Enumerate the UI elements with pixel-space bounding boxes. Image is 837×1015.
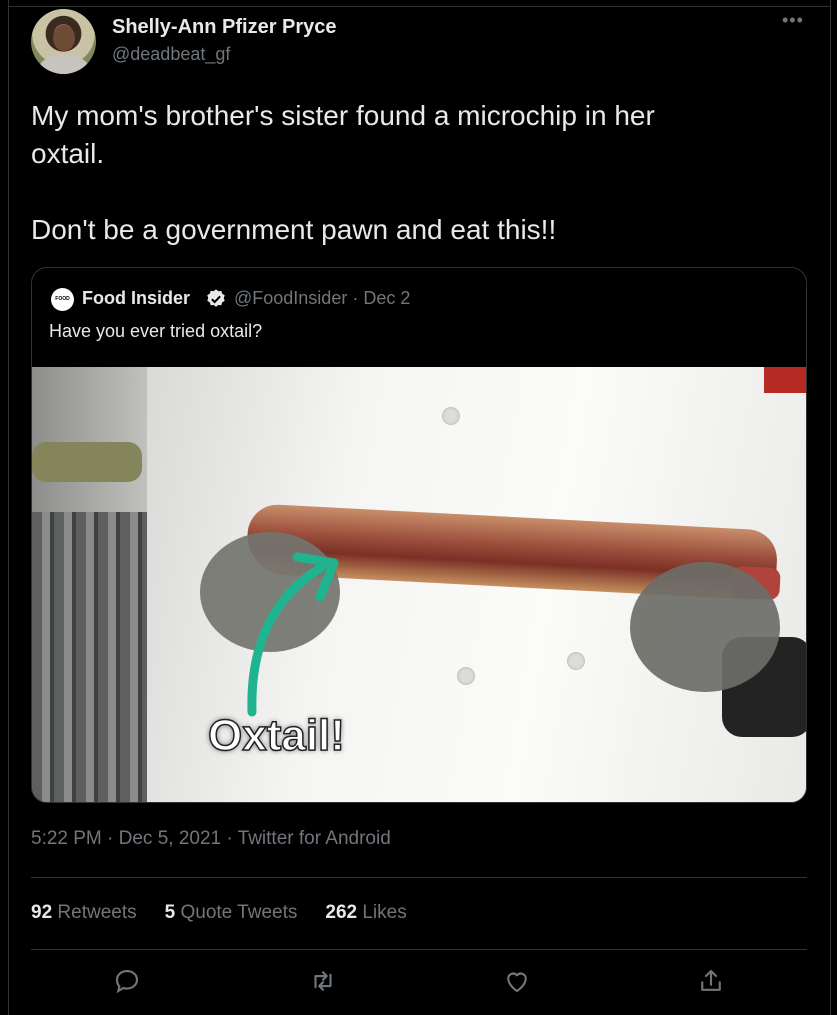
retweets-stat[interactable]: 92 Retweets [31,902,137,924]
retweet-button[interactable] [308,966,338,996]
media-caption: Oxtail! [207,710,345,761]
frame-border-top [8,6,831,7]
tweet-timestamp[interactable]: 5:22 PM · Dec 5, 2021 · Twitter for Andr… [31,828,391,850]
divider [31,949,807,950]
quoted-media-image[interactable]: Oxtail! [32,367,806,802]
quoted-text: Have you ever tried oxtail? [49,321,263,341]
glove-rack [32,442,142,482]
retweets-count: 92 [31,902,53,923]
author-name[interactable]: Shelly-Ann Pfizer Pryce [112,16,337,39]
likes-count: 262 [325,902,358,923]
like-button[interactable] [502,966,532,996]
share-icon [701,969,721,991]
avatar-shirt [39,55,89,74]
right-glove [630,562,780,692]
quotes-label: Quote Tweets [180,902,298,923]
likes-stat[interactable]: 262 Likes [325,902,406,924]
retweets-label: Retweets [57,902,137,923]
red-detail [764,367,806,393]
tweet-text: My mom's brother's sister found a microc… [31,100,655,245]
like-icon [507,972,527,993]
reply-button[interactable] [112,966,142,996]
likes-label: Likes [362,902,407,923]
green-arrow-icon [247,552,339,717]
food-insider-logo: FOOD INSIDER [51,288,74,325]
quoted-handle-date: @FoodInsider · Dec 2 [234,288,411,308]
retweet-icon [314,971,332,991]
frame-border-right [830,0,831,1015]
quoted-tweet[interactable]: FOOD INSIDER Food Insider @FoodInsider ·… [31,267,807,803]
author-handle[interactable]: @deadbeat_gf [112,44,230,65]
share-button[interactable] [696,966,726,996]
more-options-icon[interactable]: ••• [782,10,804,31]
quote-tweets-stat[interactable]: 5 Quote Tweets [165,902,298,924]
coat-button [457,667,475,685]
author-avatar[interactable] [31,9,96,74]
quoted-author-name[interactable]: Food Insider [82,288,190,309]
coat-button [567,652,585,670]
reply-icon [115,969,139,994]
quotes-count: 5 [164,902,176,923]
kitchen-machine [32,512,162,802]
divider [31,877,807,878]
frame-border-left [8,0,9,1015]
tweet-stats: 92 Retweets 5 Quote Tweets 262 Likes [31,902,407,924]
avatar-face [53,25,75,51]
verified-badge-icon [207,289,225,307]
coat-button [442,407,460,425]
